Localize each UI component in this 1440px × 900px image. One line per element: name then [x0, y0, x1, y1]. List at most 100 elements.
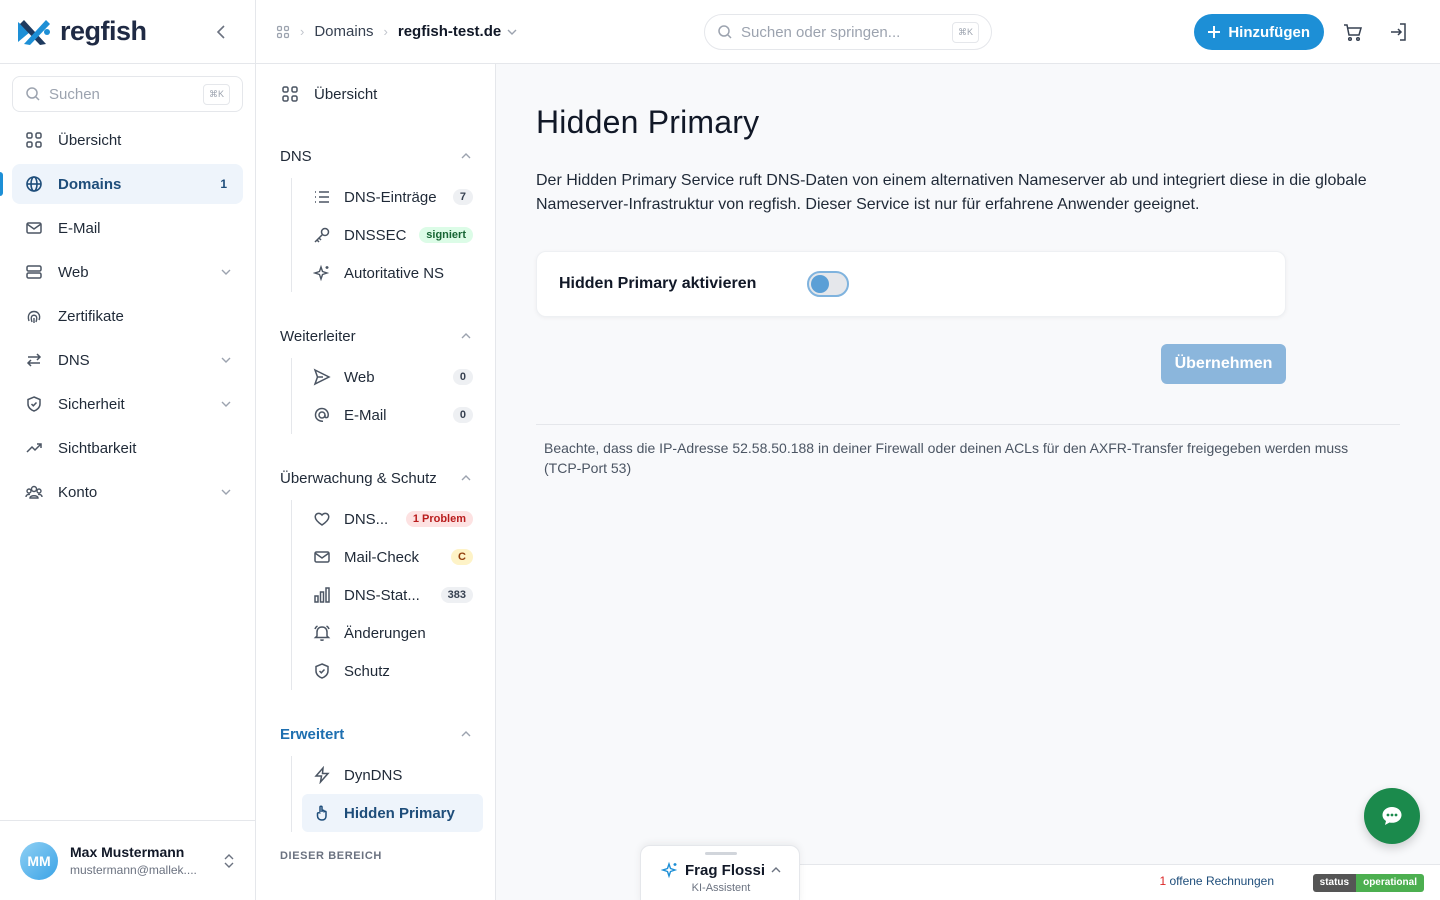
toggle-label: Hidden Primary aktivieren [559, 275, 757, 292]
bolt-icon [312, 765, 332, 785]
logo[interactable]: regfish [16, 16, 147, 47]
subnav-item-mail-check[interactable]: Mail-Check C [302, 538, 483, 576]
subnav-item-dns-eintraege[interactable]: DNS-Einträge 7 [302, 178, 483, 216]
chevron-down-icon [221, 269, 231, 275]
mail-icon [312, 547, 332, 567]
subnav-item-email-forward[interactable]: E-Mail 0 [302, 396, 483, 434]
trend-icon [24, 438, 44, 458]
subnav-footer-label: DIESER BEREICH [280, 850, 382, 862]
sidebar-item-label: Web [58, 263, 89, 281]
subnav-item-dyndns[interactable]: DynDNS [302, 756, 483, 794]
hidden-primary-toggle[interactable] [807, 271, 849, 297]
collapse-sidebar-button[interactable] [211, 22, 231, 42]
breadcrumb-separator: › [383, 24, 388, 39]
sidebar-item-label: DNS [58, 351, 90, 369]
subnav-section-weiterleiter[interactable]: Weiterleiter [256, 318, 495, 354]
problem-badge: 1 Problem [405, 511, 473, 527]
plus-icon [1208, 26, 1221, 38]
at-icon [312, 405, 332, 425]
count-badge: 0 [452, 407, 473, 423]
subnav-item-label: DNS-Einträge [344, 188, 437, 206]
sidebar-item-domains[interactable]: Domains 1 [0, 164, 243, 204]
search-shortcut: ⌘K [202, 83, 230, 105]
chevron-up-icon [771, 867, 781, 873]
chevron-up-down-icon [223, 852, 235, 870]
subnav-item-schutz[interactable]: Schutz [302, 652, 483, 690]
section-title: Überwachung & Schutz [280, 469, 437, 487]
sidebar-item-label: Domains [58, 175, 122, 193]
sidebar-item-email[interactable]: E-Mail [12, 208, 243, 248]
user-menu[interactable]: MM Max Mustermann mustermann@mallek.... [0, 820, 255, 900]
cart-icon[interactable] [1342, 21, 1364, 43]
add-button[interactable]: Hinzufügen [1194, 14, 1324, 50]
drag-handle[interactable] [705, 852, 737, 855]
subnav-section-ueberwachung[interactable]: Überwachung & Schutz [256, 460, 495, 496]
chevron-up-icon [461, 731, 471, 737]
subnav-section-erweitert[interactable]: Erweitert [256, 716, 495, 752]
search-icon [26, 87, 40, 101]
divider [536, 424, 1400, 425]
status-badge: signiert [419, 227, 473, 243]
subnav-item-dns-health[interactable]: DNS... 1 Problem [302, 500, 483, 538]
breadcrumb: › Domains › regfish-test.de [276, 23, 517, 40]
sidebar-item-uebersicht[interactable]: Übersicht [12, 120, 243, 160]
subnav-item-label: DynDNS [344, 766, 403, 784]
sidebar-search-input[interactable]: Suchen ⌘K [12, 76, 243, 112]
heart-icon [312, 509, 332, 529]
breadcrumb-domains[interactable]: Domains [314, 23, 373, 40]
sidebar-item-label: Sicherheit [58, 395, 125, 413]
chevron-up-icon [461, 153, 471, 159]
subnav-section-dns[interactable]: DNS [256, 138, 495, 174]
arrows-icon [24, 350, 44, 370]
grid-icon [24, 130, 44, 150]
subnav-item-dnssec[interactable]: DNSSEC signiert [302, 216, 483, 254]
logo-row: regfish [0, 0, 255, 64]
open-invoices-link[interactable]: 1 offene Rechnungen [1159, 874, 1274, 888]
add-button-label: Hinzufügen [1228, 23, 1310, 41]
section-title: Weiterleiter [280, 327, 356, 345]
sidebar-search-placeholder: Suchen [49, 85, 100, 103]
subnav-group-ueberwachung: DNS... 1 Problem Mail-Check C DNS-Stat..… [291, 500, 483, 690]
invoice-text: offene Rechnungen [1166, 874, 1274, 888]
sidebar-item-zertifikate[interactable]: Zertifikate [12, 296, 243, 336]
grid-icon[interactable] [276, 25, 290, 39]
sidebar-item-label: Übersicht [58, 131, 122, 149]
subnav-item-label: DNS-Stat... [344, 586, 420, 604]
chevron-left-icon [216, 25, 225, 39]
sidebar-item-konto[interactable]: Konto [12, 472, 243, 512]
users-icon [24, 482, 44, 502]
user-name: Max Mustermann [70, 844, 185, 860]
bar-chart-icon [312, 585, 332, 605]
subnav-item-hidden-primary[interactable]: Hidden Primary [302, 794, 483, 832]
subnav-item-dns-stats[interactable]: DNS-Stat... 383 [302, 576, 483, 614]
domain-switcher[interactable]: regfish-test.de [398, 23, 517, 40]
chat-button[interactable] [1364, 788, 1420, 844]
subnav-item-label: Änderungen [344, 624, 426, 642]
logout-icon[interactable] [1388, 21, 1410, 43]
chevron-down-icon [221, 357, 231, 363]
sidebar-item-sichtbarkeit[interactable]: Sichtbarkeit [12, 428, 243, 468]
sidebar-item-sicherheit[interactable]: Sicherheit [12, 384, 243, 424]
chevron-up-icon [461, 475, 471, 481]
ai-assistant-panel[interactable]: Frag Flossi KI-Assistent [640, 845, 800, 900]
fingerprint-icon [24, 306, 44, 326]
subnav-item-web-forward[interactable]: Web 0 [302, 358, 483, 396]
apply-button[interactable]: Übernehmen [1161, 344, 1286, 384]
avatar: MM [20, 841, 58, 880]
global-search-input[interactable]: Suchen oder springen... ⌘K [704, 14, 992, 50]
mail-icon [24, 218, 44, 238]
list-icon [312, 187, 332, 207]
subnav-item-autoritative-ns[interactable]: Autoritative NS [302, 254, 483, 292]
bell-icon [312, 623, 332, 643]
sidebar-item-label: Zertifikate [58, 307, 124, 325]
global-search-placeholder: Suchen oder springen... [741, 23, 901, 41]
sidebar-item-dns[interactable]: DNS [12, 340, 243, 380]
sidebar-item-web[interactable]: Web [12, 252, 243, 292]
pointer-icon [312, 803, 332, 823]
subnav-overview[interactable]: Übersicht [280, 76, 495, 112]
grid-icon [280, 84, 300, 104]
subnav-item-aenderungen[interactable]: Änderungen [302, 614, 483, 652]
section-title: Erweitert [280, 725, 345, 743]
subnav-group-weiterleiter: Web 0 E-Mail 0 [291, 358, 483, 434]
status-badge[interactable]: status operational [1312, 874, 1424, 892]
